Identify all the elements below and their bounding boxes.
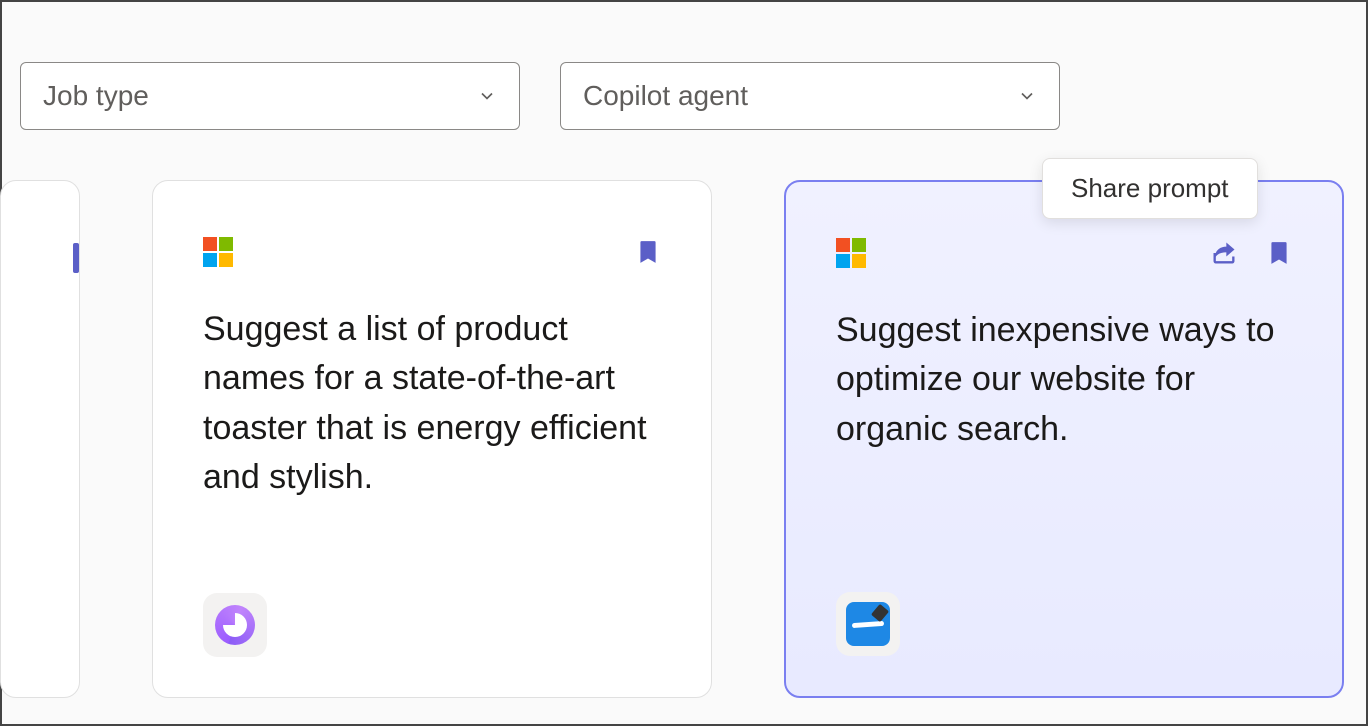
share-icon[interactable] <box>1210 239 1238 267</box>
microsoft-logo-icon <box>836 238 866 268</box>
whiteboard-app-icon <box>836 592 900 656</box>
bookmark-icon[interactable] <box>1266 238 1292 268</box>
chevron-down-icon <box>1017 86 1037 106</box>
copilot-agent-label: Copilot agent <box>583 80 748 112</box>
job-type-label: Job type <box>43 80 149 112</box>
chevron-down-icon <box>477 86 497 106</box>
prompt-card-partial[interactable] <box>0 180 80 698</box>
prompt-card[interactable]: Suggest a list of product names for a st… <box>152 180 712 698</box>
share-prompt-tooltip: Share prompt <box>1042 158 1258 219</box>
prompt-text: Suggest inexpensive ways to optimize our… <box>836 306 1292 592</box>
prompt-text: Suggest a list of product names for a st… <box>203 305 661 593</box>
bookmark-icon[interactable] <box>635 237 661 267</box>
filter-bar: Job type Copilot agent <box>20 62 1348 130</box>
loop-app-icon <box>203 593 267 657</box>
copilot-agent-dropdown[interactable]: Copilot agent <box>560 62 1060 130</box>
job-type-dropdown[interactable]: Job type <box>20 62 520 130</box>
microsoft-logo-icon <box>203 237 233 267</box>
prompt-cards-row: Suggest a list of product names for a st… <box>0 180 1348 698</box>
prompt-card-active[interactable]: Suggest inexpensive ways to optimize our… <box>784 180 1344 698</box>
